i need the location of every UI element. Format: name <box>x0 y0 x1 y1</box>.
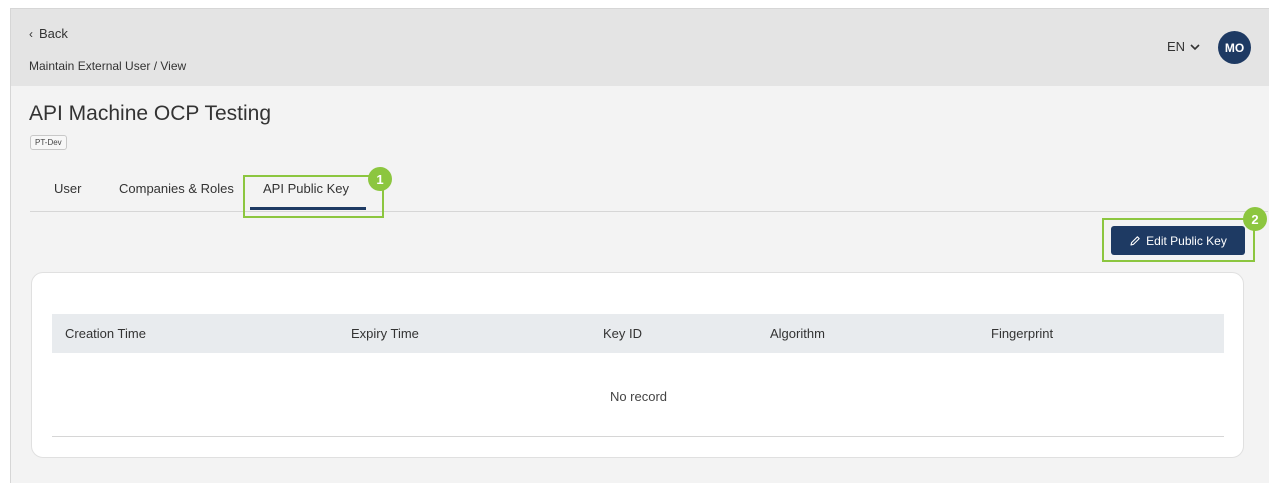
column-fingerprint: Fingerprint <box>991 326 1054 341</box>
callout-highlight-button <box>1102 218 1255 262</box>
callout-number-2: 2 <box>1243 207 1267 231</box>
app-window: ‹ Back Maintain External User / View EN … <box>10 8 1269 483</box>
table-divider <box>52 436 1224 437</box>
public-key-card: Creation Time Expiry Time Key ID Algorit… <box>31 272 1244 458</box>
language-selector[interactable]: EN <box>1167 39 1200 54</box>
column-creation-time: Creation Time <box>65 326 146 341</box>
page-title: API Machine OCP Testing <box>29 102 272 125</box>
tab-companies-roles[interactable]: Companies & Roles <box>119 181 234 196</box>
tab-user[interactable]: User <box>54 181 81 196</box>
table-header: Creation Time Expiry Time Key ID Algorit… <box>52 314 1224 353</box>
chevron-left-icon: ‹ <box>29 26 33 41</box>
environment-badge: PT-Dev <box>30 135 67 150</box>
breadcrumb: Maintain External User / View <box>29 59 187 73</box>
column-key-id: Key ID <box>603 326 643 341</box>
callout-number-1: 1 <box>368 167 392 191</box>
back-label: Back <box>39 26 68 41</box>
chevron-down-icon <box>1190 43 1200 50</box>
callout-highlight-tab <box>243 175 384 218</box>
empty-state-text: No record <box>609 389 668 404</box>
top-bar: ‹ Back Maintain External User / View EN … <box>11 9 1269 86</box>
column-expiry-time: Expiry Time <box>351 326 419 341</box>
tab-bar: User Companies & Roles API Public Key <box>30 177 1268 212</box>
column-algorithm: Algorithm <box>770 326 825 341</box>
avatar[interactable]: MO <box>1218 31 1251 64</box>
language-label: EN <box>1167 39 1186 54</box>
back-link[interactable]: ‹ Back <box>29 26 68 41</box>
